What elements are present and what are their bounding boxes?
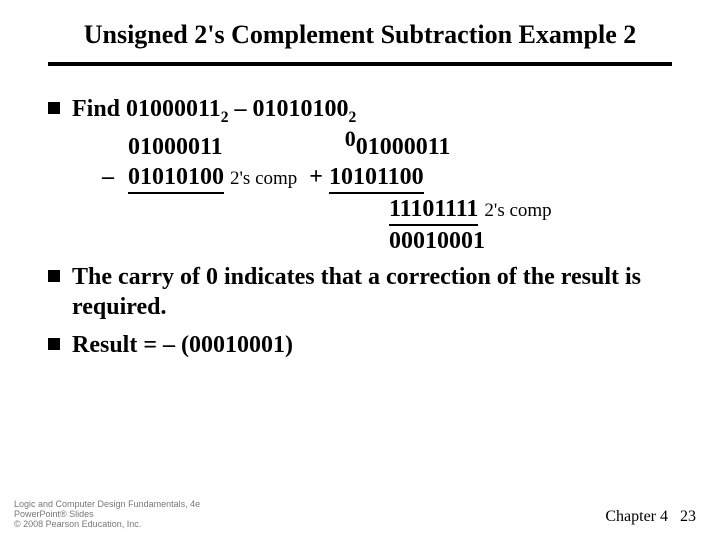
math-note-2c-left: 2's comp	[224, 167, 303, 191]
math-right-bot: 10101100	[329, 162, 424, 194]
footer-chapter: Chapter 4	[605, 508, 668, 525]
math-carry-0: 0	[345, 125, 356, 153]
find-sub-b: 2	[349, 109, 357, 126]
bullet-carry-text: The carry of 0 indicates that a correcti…	[72, 262, 672, 322]
result-suffix: )	[285, 332, 293, 358]
footer-page: 23	[680, 508, 696, 525]
math-left-minus: –	[102, 162, 128, 192]
result-prefix: Result = – (	[72, 332, 189, 358]
bullet-marker	[48, 270, 60, 282]
title-rule	[48, 62, 672, 66]
bullet-find-text: Find 010000112 – 010101002	[72, 94, 672, 124]
math-note-2c-right: 2's comp	[484, 199, 551, 223]
bullet-marker	[48, 338, 60, 350]
bullet-marker	[48, 102, 60, 114]
find-prefix: Find	[72, 96, 126, 122]
find-a: 01000011	[126, 96, 221, 122]
footer-line3: © 2008 Pearson Education, Inc.	[14, 520, 200, 530]
bullet-find: Find 010000112 – 010101002	[48, 94, 672, 124]
find-sub-a: 2	[221, 109, 229, 126]
footer-credits: Logic and Computer Design Fundamentals, …	[14, 500, 200, 530]
math-right-sum: 11101111	[389, 194, 478, 226]
math-block: 01000011001000011 –010101002's comp + 10…	[102, 132, 672, 256]
bullet-carry: The carry of 0 indicates that a correcti…	[48, 262, 672, 322]
math-left-bot: 01010100	[128, 162, 224, 194]
math-right-res: 00010001	[389, 226, 485, 256]
math-left-top: 01000011	[128, 132, 223, 162]
slide-title: Unsigned 2's Complement Subtraction Exam…	[48, 20, 672, 50]
bullet-result-text: Result = – (00010001)	[72, 330, 672, 360]
result-value: 00010001	[189, 332, 285, 358]
bullet-result: Result = – (00010001)	[48, 330, 672, 360]
footer-pageinfo: Chapter 4 23	[605, 508, 696, 526]
math-right-plus: +	[309, 162, 323, 192]
math-right-top: 01000011	[356, 132, 451, 162]
find-dash: –	[229, 96, 253, 122]
find-b: 01010100	[253, 96, 349, 122]
